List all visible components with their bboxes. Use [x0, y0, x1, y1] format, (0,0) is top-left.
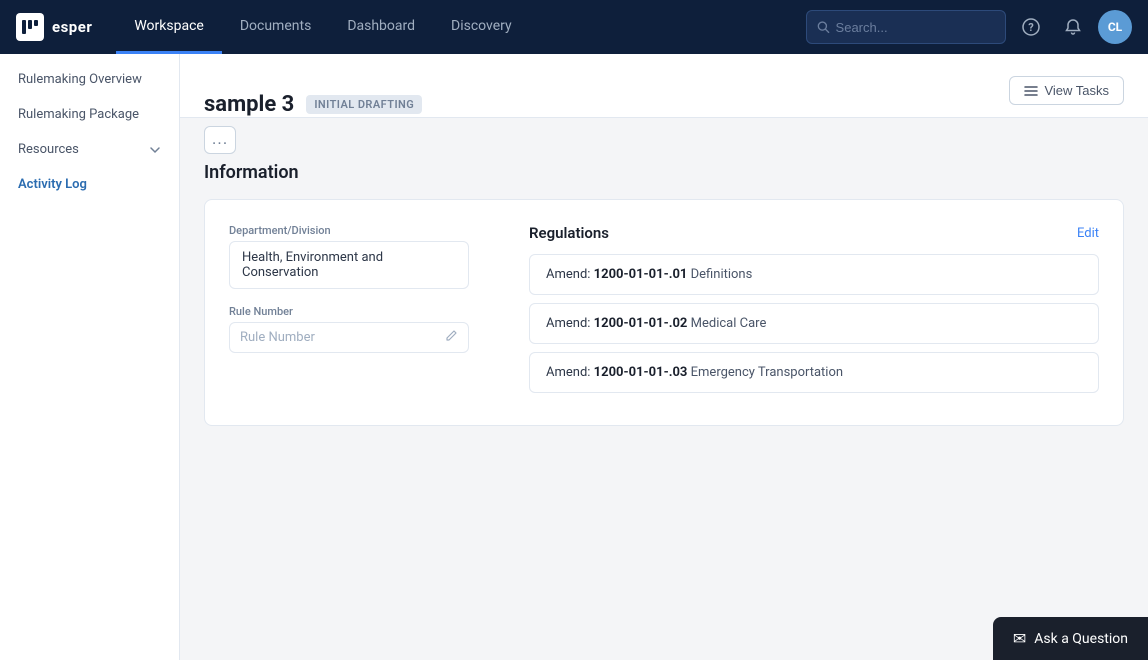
regulations-column: Regulations Edit Amend: 1200-01-01-.01 D… — [529, 224, 1099, 401]
regulation-item-1: Amend: 1200-01-01-.01 Definitions — [529, 254, 1099, 295]
sidebar-item-activity-log[interactable]: Activity Log — [0, 167, 179, 202]
top-navigation: esper Workspace Documents Dashboard Disc… — [0, 0, 1148, 54]
sidebar-item-label: Resources — [18, 142, 79, 157]
reg-prefix-1: Amend: — [546, 267, 594, 282]
sidebar-item-rulemaking-overview[interactable]: Rulemaking Overview — [0, 62, 179, 97]
search-input[interactable] — [836, 20, 995, 35]
status-badge: INITIAL DRAFTING — [306, 95, 422, 114]
more-row: ... — [180, 118, 1148, 162]
sidebar-item-resources[interactable]: Resources — [0, 132, 179, 167]
svg-text:?: ? — [1028, 21, 1034, 34]
nav-links: Workspace Documents Dashboard Discovery — [116, 0, 806, 54]
regulations-header: Regulations Edit — [529, 224, 1099, 242]
nav-right: ? CL — [806, 10, 1132, 44]
avatar[interactable]: CL — [1098, 10, 1132, 44]
notifications-button[interactable] — [1056, 10, 1090, 44]
help-button[interactable]: ? — [1014, 10, 1048, 44]
ask-question-button[interactable]: ✉ Ask a Question — [993, 617, 1148, 660]
search-icon — [817, 20, 830, 34]
reg-code-1: 1200-01-01-.01 — [594, 267, 688, 282]
department-label: Department/Division — [229, 224, 489, 237]
reg-prefix-2: Amend: — [546, 316, 594, 331]
info-card: Department/Division Health, Environment … — [204, 199, 1124, 426]
fields-column: Department/Division Health, Environment … — [229, 224, 489, 401]
regulation-item-3: Amend: 1200-01-01-.03 Emergency Transpor… — [529, 352, 1099, 393]
regulations-title: Regulations — [529, 224, 609, 242]
page-header: sample 3 INITIAL DRAFTING View Tasks — [180, 54, 1148, 118]
nav-documents[interactable]: Documents — [222, 0, 329, 54]
logo-text: esper — [52, 18, 92, 36]
rule-number-field[interactable]: Rule Number — [229, 322, 469, 353]
rule-number-label: Rule Number — [229, 305, 489, 318]
more-button[interactable]: ... — [204, 126, 236, 154]
header-actions: View Tasks — [1009, 76, 1124, 117]
view-tasks-label: View Tasks — [1044, 83, 1109, 98]
logo-area: esper — [16, 13, 92, 41]
search-bar — [806, 10, 1006, 44]
list-icon — [1024, 84, 1038, 98]
sidebar-item-label: Rulemaking Overview — [18, 72, 142, 87]
regulation-item-2: Amend: 1200-01-01-.02 Medical Care — [529, 303, 1099, 344]
reg-prefix-3: Amend: — [546, 365, 594, 380]
content-section: Information Department/Division Health, … — [180, 162, 1148, 450]
rule-number-placeholder: Rule Number — [240, 330, 315, 345]
page-title: sample 3 — [204, 92, 294, 117]
reg-desc-1: Definitions — [687, 267, 752, 282]
view-tasks-button[interactable]: View Tasks — [1009, 76, 1124, 105]
sidebar-item-label: Activity Log — [18, 177, 87, 192]
reg-code-3: 1200-01-01-.03 — [594, 365, 688, 380]
content-area: sample 3 INITIAL DRAFTING View Tasks ... — [180, 54, 1148, 660]
reg-code-2: 1200-01-01-.02 — [594, 316, 688, 331]
nav-workspace[interactable]: Workspace — [116, 0, 222, 54]
page-title-row: sample 3 INITIAL DRAFTING — [204, 92, 997, 117]
rule-number-field-group: Rule Number Rule Number — [229, 305, 489, 353]
main-layout: Rulemaking Overview Rulemaking Package R… — [0, 54, 1148, 660]
nav-dashboard[interactable]: Dashboard — [329, 0, 433, 54]
regulations-edit-link[interactable]: Edit — [1077, 226, 1099, 241]
sidebar: Rulemaking Overview Rulemaking Package R… — [0, 54, 180, 660]
chevron-down-icon — [149, 144, 161, 156]
sidebar-item-rulemaking-package[interactable]: Rulemaking Package — [0, 97, 179, 132]
reg-desc-3: Emergency Transportation — [687, 365, 843, 380]
envelope-icon: ✉ — [1013, 629, 1026, 648]
reg-desc-2: Medical Care — [687, 316, 766, 331]
department-value: Health, Environment and Conservation — [229, 241, 469, 289]
nav-discovery[interactable]: Discovery — [433, 0, 530, 54]
section-title: Information — [204, 162, 1124, 183]
department-field-group: Department/Division Health, Environment … — [229, 224, 489, 289]
more-dots: ... — [212, 131, 228, 149]
logo-icon — [16, 13, 44, 41]
sidebar-item-label: Rulemaking Package — [18, 107, 139, 122]
edit-icon[interactable] — [445, 329, 458, 346]
ask-question-label: Ask a Question — [1034, 631, 1128, 647]
